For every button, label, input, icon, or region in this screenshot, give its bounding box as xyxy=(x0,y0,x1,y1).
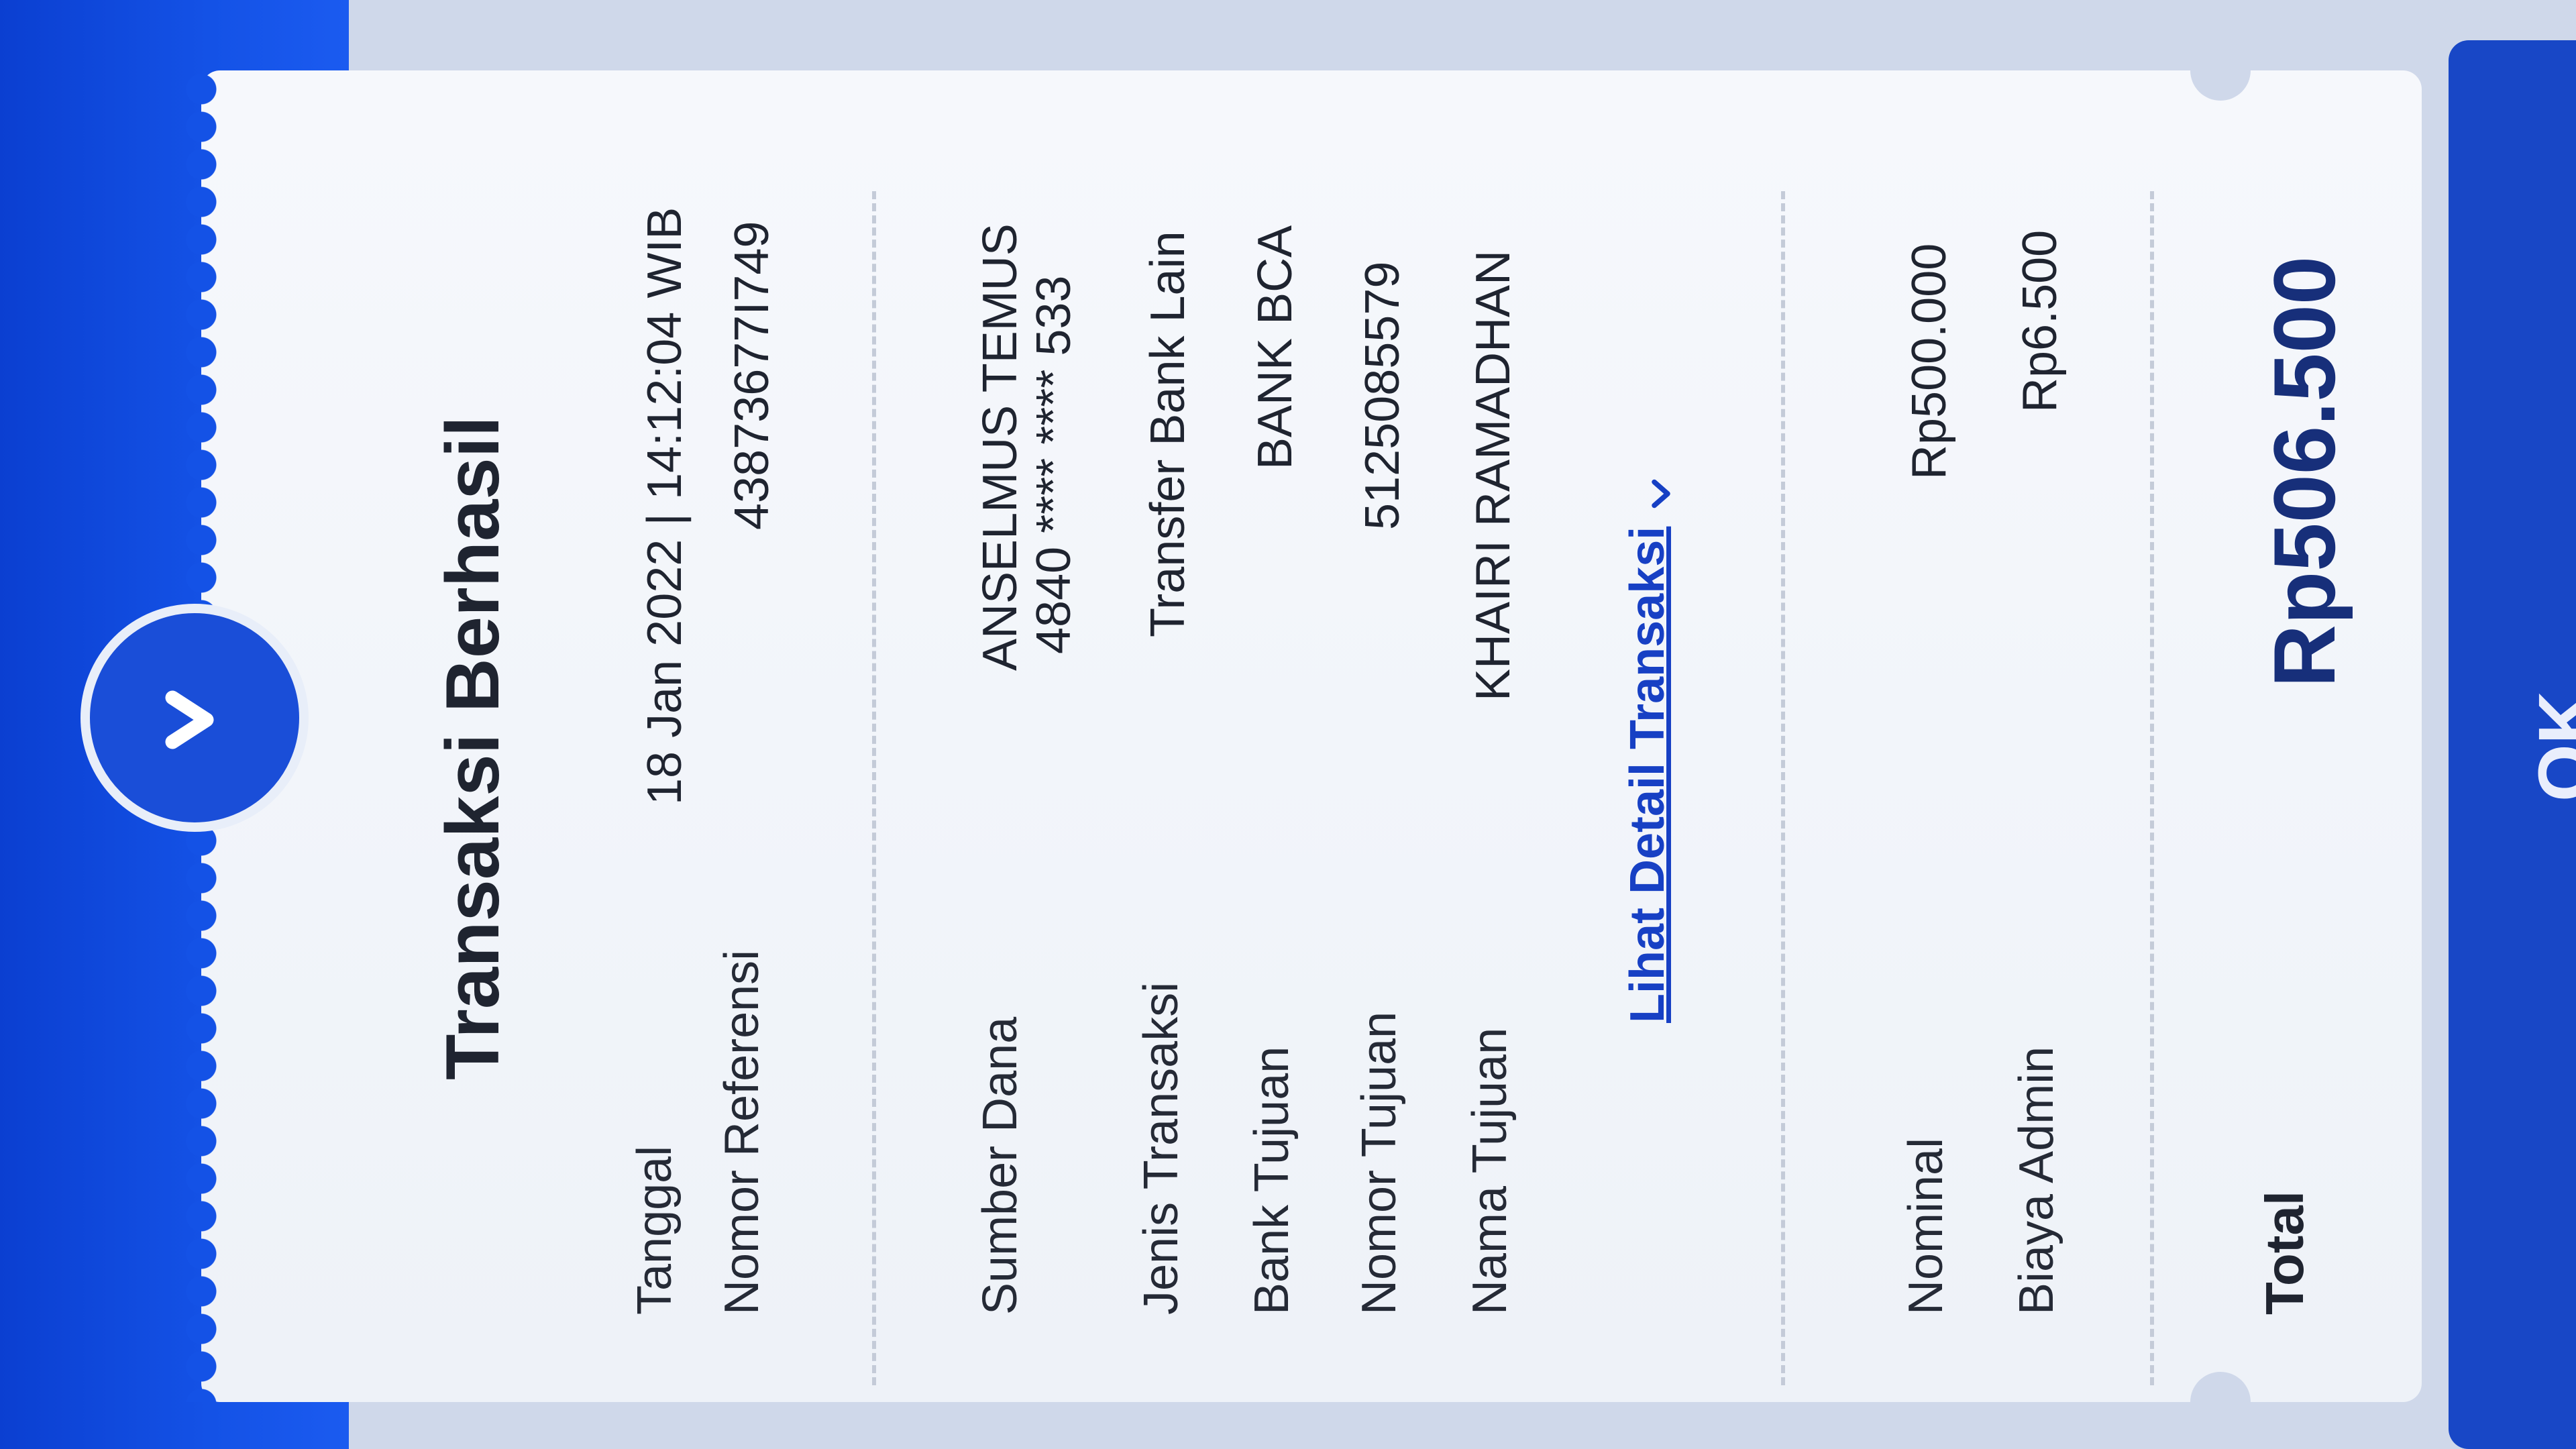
divider xyxy=(1781,191,1785,1385)
divider xyxy=(2150,191,2154,1385)
row-value-tanggal: 18 Jan 2022 | 14:12:04 WIB xyxy=(638,207,692,805)
row-value-nomor-tujuan: 5125085579 xyxy=(1356,261,1409,530)
detail-link-label: Lihat Detail Transaksi xyxy=(1621,526,1674,1023)
row-label-biaya-admin: Biaya Admin xyxy=(2010,1046,2063,1315)
checkmark-icon xyxy=(165,690,214,749)
ticket-notch-top xyxy=(2190,40,2251,101)
row-label-nomor-tujuan: Nomor Tujuan xyxy=(1352,1011,1406,1315)
row-value-biaya-admin: Rp6.500 xyxy=(2013,229,2067,413)
success-badge xyxy=(80,604,309,832)
row-label-tanggal: Tanggal xyxy=(628,1145,682,1315)
chevron-down-icon xyxy=(1652,480,1670,508)
divider xyxy=(872,191,876,1385)
row-value-nominal: Rp500.000 xyxy=(1902,243,1956,480)
row-value-sumber-dana: ANSELMUS TEMUS xyxy=(973,223,1027,671)
total-value: Rp506.500 xyxy=(2255,256,2353,688)
row-label-bank-tujuan: Bank Tujuan xyxy=(1245,1046,1299,1315)
page-title: Transaksi Berhasil xyxy=(431,416,515,1080)
row-value-referensi: 43873677I749 xyxy=(725,221,779,530)
row-label-nama-tujuan: Nama Tujuan xyxy=(1463,1027,1517,1315)
row-value-nama-tujuan: KHAIRI RAMADHAN xyxy=(1466,250,1520,701)
ok-button-label: OK xyxy=(2524,691,2576,802)
row-label-nominal: Nominal xyxy=(1899,1137,1953,1315)
row-label-jenis-transaksi: Jenis Transaksi xyxy=(1134,981,1188,1315)
receipt-ticket xyxy=(182,40,2422,1432)
row-label-sumber-dana: Sumber Dana xyxy=(973,1016,1027,1315)
total-label: Total xyxy=(2255,1190,2314,1315)
row-value-jenis-transaksi: Transfer Bank Lain xyxy=(1141,231,1195,637)
row-label-referensi: Nomor Referensi xyxy=(715,949,769,1315)
row-value-sumber-dana-card: 4840 **** **** 533 xyxy=(1027,275,1081,654)
ticket-notch-bottom xyxy=(2190,1372,2251,1432)
row-value-bank-tujuan: BANK BCA xyxy=(1248,225,1302,470)
detail-transaction-link[interactable]: Lihat Detail Transaksi xyxy=(1620,474,1681,1023)
